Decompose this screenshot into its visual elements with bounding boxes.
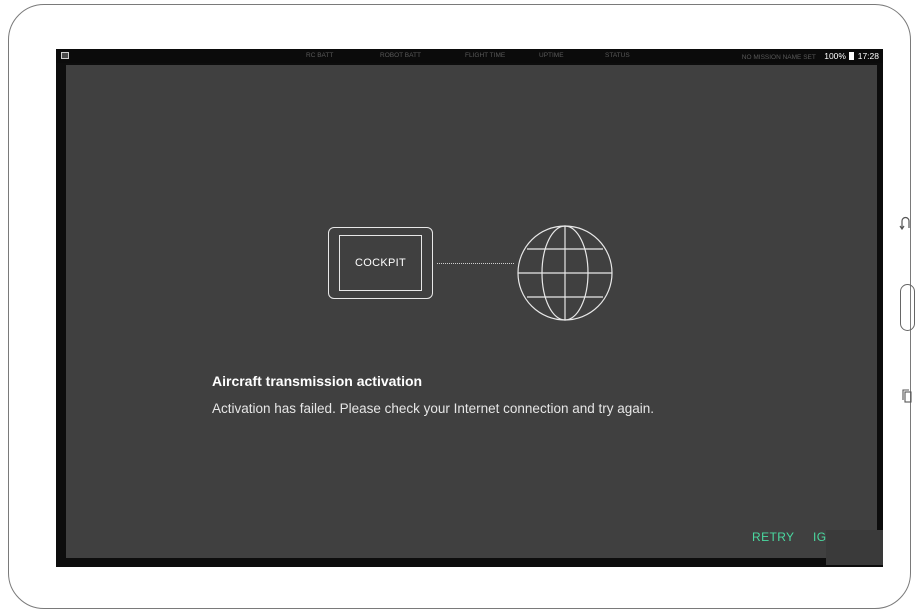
globe-icon	[517, 225, 613, 321]
battery-level: 100%	[824, 51, 846, 61]
image-icon	[61, 52, 69, 59]
status-label-robot-batt: ROBOT BATT	[380, 52, 421, 59]
status-label-rc-batt: RC BATT	[306, 52, 334, 59]
activation-panel: COCKPIT Aircraft transmission activation…	[66, 65, 877, 558]
status-right: No mission name set 100% 17:28	[742, 51, 879, 61]
tablet-icon: COCKPIT	[328, 227, 433, 299]
recent-apps-icon[interactable]	[901, 388, 913, 404]
dialog-message: Activation has failed. Please check your…	[212, 401, 655, 416]
clock: 17:28	[857, 51, 879, 61]
home-button[interactable]	[900, 284, 915, 331]
connection-line	[437, 263, 514, 264]
status-label-uptime: UPTIME	[539, 52, 564, 59]
mission-name: No mission name set	[741, 54, 816, 61]
status-label-flight-time: FLIGHT TIME	[465, 52, 506, 59]
status-bar: RC BATT ROBOT BATT FLIGHT TIME UPTIME ST…	[56, 49, 883, 63]
retry-button[interactable]: RETRY	[752, 530, 794, 544]
status-label-status: STATUS	[605, 52, 630, 59]
corner-overlay	[826, 530, 883, 565]
connection-illustration: COCKPIT	[328, 224, 618, 326]
back-icon[interactable]	[899, 216, 911, 230]
screen: RC BATT ROBOT BATT FLIGHT TIME UPTIME ST…	[56, 49, 883, 567]
device-label: COCKPIT	[339, 235, 422, 291]
battery-icon	[849, 52, 855, 60]
dialog-title: Aircraft transmission activation	[212, 373, 423, 389]
